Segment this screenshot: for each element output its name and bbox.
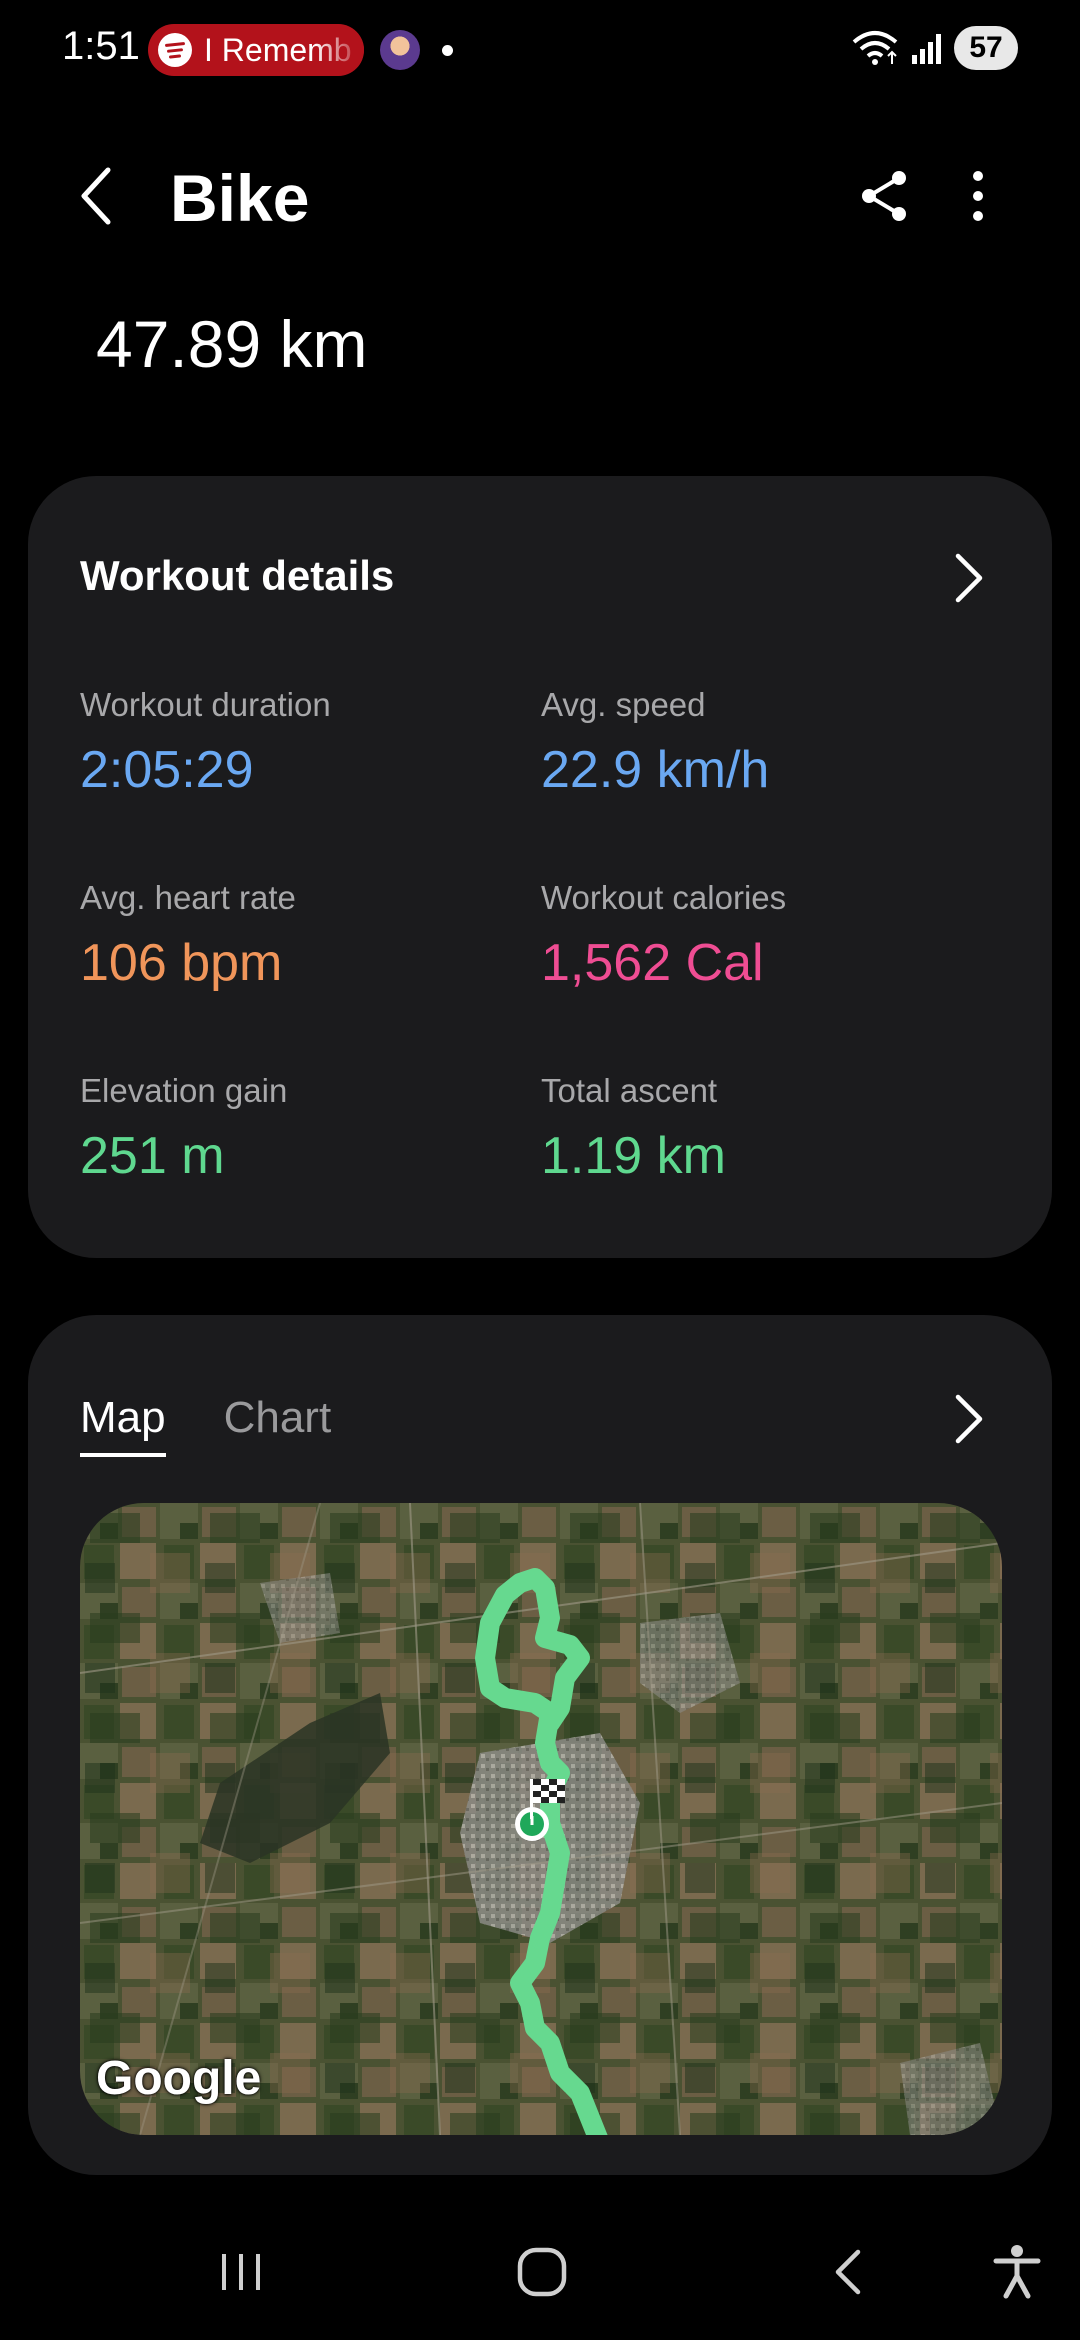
map-chart-tabs: Map Chart [80, 1393, 331, 1457]
stat-elevation-gain: Elevation gain 251 m [80, 1072, 520, 1186]
wifi-icon [852, 31, 898, 65]
workout-details-card[interactable]: Workout details Workout duration 2:05:29… [28, 476, 1052, 1258]
back-arrow-icon[interactable] [68, 160, 128, 232]
stat-value: 251 m [80, 1127, 225, 1185]
share-icon[interactable] [855, 166, 915, 226]
page-title: Bike [170, 161, 310, 235]
stat-value: 1.19 km [541, 1127, 726, 1185]
stat-label: Avg. speed [541, 686, 706, 723]
system-navigation-bar [0, 2200, 1080, 2340]
stat-label: Avg. heart rate [80, 879, 296, 916]
stat-label: Total ascent [541, 1072, 718, 1109]
total-distance: 47.89 km [96, 307, 368, 381]
signal-icon [912, 34, 941, 64]
status-bar: 1:51 I Rememb 57 [0, 0, 1080, 100]
tab-chart[interactable]: Chart [224, 1393, 332, 1457]
stat-total-ascent: Total ascent 1.19 km [541, 1072, 981, 1186]
status-time: 1:51 [62, 24, 140, 68]
route-map[interactable]: Google [80, 1503, 1002, 2135]
more-options-icon[interactable] [958, 166, 998, 226]
media-notification-pill[interactable]: I Rememb [148, 24, 364, 76]
notification-dot-icon [442, 45, 453, 56]
profile-avatar-icon [380, 30, 420, 70]
stat-avg-speed: Avg. speed 22.9 km/h [541, 686, 981, 800]
stat-value: 22.9 km/h [541, 741, 770, 799]
stat-value: 106 bpm [80, 934, 283, 992]
google-logo: Google [96, 2052, 262, 2105]
stat-label: Elevation gain [80, 1072, 288, 1109]
chevron-right-icon[interactable] [948, 550, 988, 606]
stat-label: Workout calories [541, 879, 787, 916]
workout-details-title: Workout details [80, 552, 395, 599]
home-icon[interactable] [516, 2246, 568, 2298]
stat-workout-calories: Workout calories 1,562 Cal [541, 879, 981, 993]
spotify-icon [158, 33, 192, 67]
satellite-map-image [80, 1503, 1002, 2135]
stat-workout-duration: Workout duration 2:05:29 [80, 686, 520, 800]
stat-value: 2:05:29 [80, 741, 254, 799]
recent-apps-icon[interactable] [216, 2250, 266, 2294]
battery-indicator: 57 [954, 26, 1018, 70]
back-icon[interactable] [828, 2246, 868, 2298]
tab-map[interactable]: Map [80, 1393, 166, 1457]
stat-label: Workout duration [80, 686, 331, 723]
accessibility-icon[interactable] [992, 2244, 1042, 2300]
chevron-right-icon[interactable] [948, 1391, 988, 1447]
stat-value: 1,562 Cal [541, 934, 764, 992]
stat-avg-heart-rate: Avg. heart rate 106 bpm [80, 879, 520, 993]
map-card: Map Chart Google [28, 1315, 1052, 2175]
